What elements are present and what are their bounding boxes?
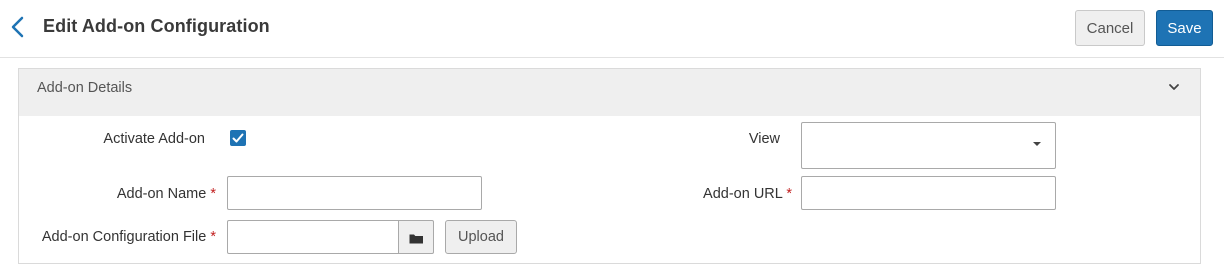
view-select[interactable] (801, 122, 1056, 169)
cancel-button[interactable]: Cancel (1075, 10, 1145, 46)
addon-url-input[interactable] (801, 176, 1056, 210)
config-file-input[interactable] (227, 220, 399, 254)
required-marker: * (210, 186, 216, 202)
caret-down-icon (1033, 142, 1041, 146)
browse-file-button[interactable] (398, 220, 434, 254)
view-label: View (748, 131, 780, 147)
upload-button[interactable]: Upload (445, 220, 517, 254)
required-marker: * (210, 229, 216, 245)
config-file-label: Add-on Configuration File * (41, 229, 216, 245)
chevron-down-icon[interactable] (1168, 82, 1180, 92)
folder-icon (409, 234, 423, 244)
activate-label: Activate Add-on (103, 131, 205, 147)
page-title: Edit Add-on Configuration (43, 16, 270, 36)
section-title: Add-on Details (37, 80, 133, 96)
addon-url-label: Add-on URL * (703, 186, 792, 202)
checkmark-icon (232, 133, 244, 143)
addon-name-input[interactable] (227, 176, 482, 210)
page-header: Edit Add-on Configuration Cancel Save (0, 0, 1224, 58)
back-arrow-icon[interactable] (8, 15, 28, 39)
addon-name-label: Add-on Name * (116, 186, 216, 202)
section-header[interactable]: Add-on Details (19, 69, 1200, 116)
activate-checkbox[interactable] (230, 130, 246, 146)
save-button[interactable]: Save (1156, 10, 1213, 46)
required-marker: * (786, 186, 792, 202)
